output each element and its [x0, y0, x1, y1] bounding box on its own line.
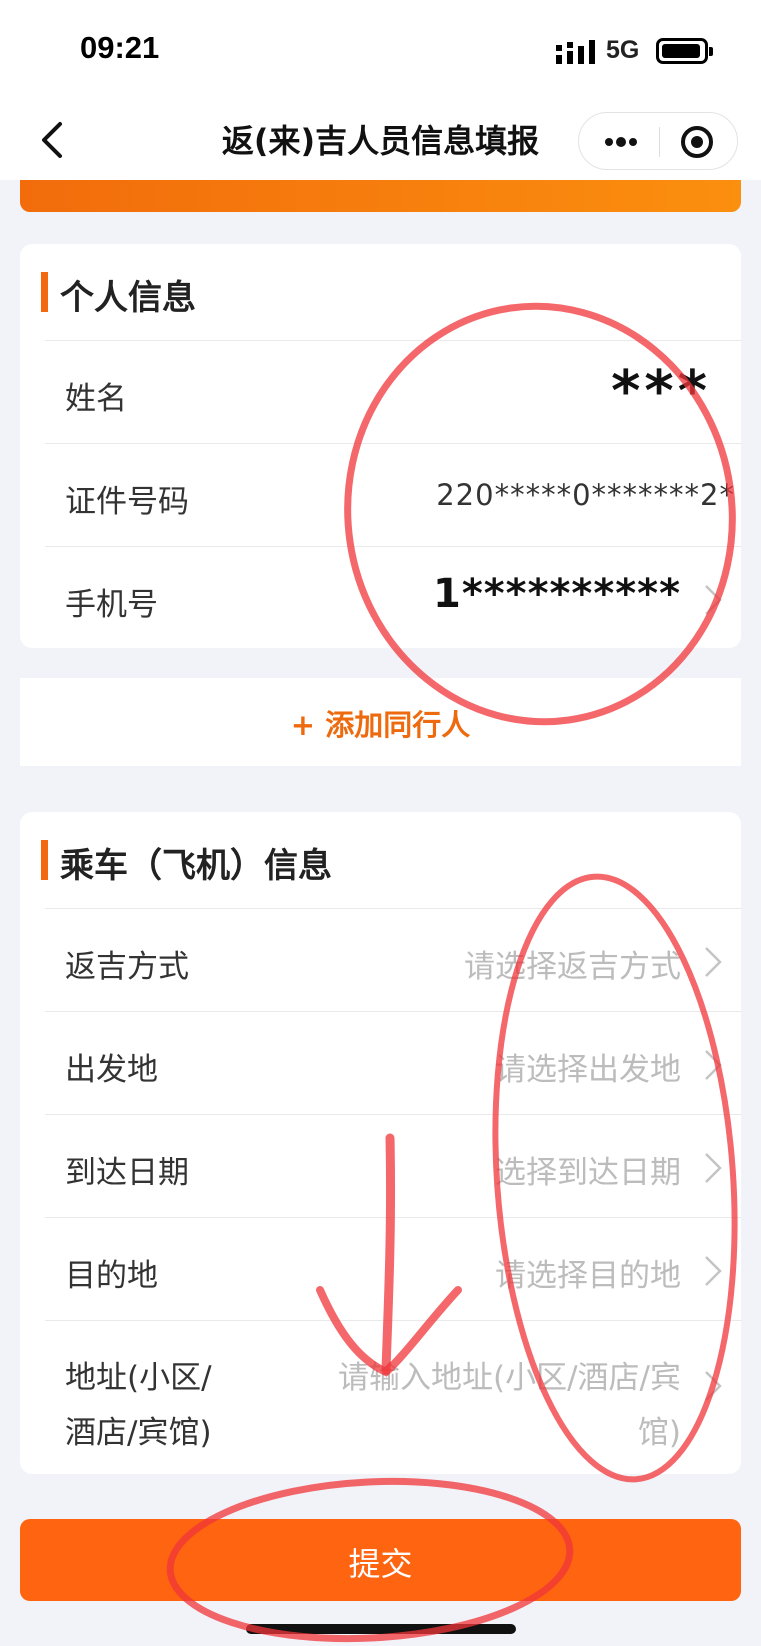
arrival-date-label: 到达日期: [65, 1155, 189, 1191]
chevron-right-icon: [705, 585, 722, 615]
network-type: 5G: [606, 36, 640, 64]
id-number-label: 证件号码: [65, 484, 189, 520]
top-banner: [20, 180, 741, 212]
return-method-label: 返吉方式: [65, 949, 189, 985]
status-bar: 09:21 5G: [0, 0, 761, 100]
section-title-personal: 个人信息: [60, 278, 196, 318]
destination-placeholder: 请选择目的地: [495, 1258, 681, 1294]
id-number-value: 220*****0*******2*: [436, 478, 735, 512]
name-value: ***: [611, 359, 711, 424]
trip-info-card: 乘车（飞机）信息 返吉方式 请选择返吉方式 出发地 请选择出发地 到达日期 选择…: [20, 812, 741, 1474]
phone-row[interactable]: 手机号 1**********: [45, 546, 741, 649]
capsule-divider: [659, 127, 660, 157]
more-icon[interactable]: [601, 127, 641, 157]
name-row: 姓名 ***: [45, 340, 741, 443]
mini-program-capsule: [578, 112, 738, 170]
section-accent-bar: [41, 272, 48, 312]
address-input[interactable]: 请输入地址(小区/酒店/宾 馆): [281, 1351, 681, 1461]
address-label: 地址(小区/ 酒店/宾馆): [65, 1351, 212, 1461]
section-header: 个人信息: [20, 244, 741, 340]
section-accent-bar: [41, 840, 48, 880]
add-companion-button[interactable]: + 添加同行人: [20, 678, 741, 766]
address-placeholder-line2: 馆): [637, 1415, 681, 1451]
destination-row[interactable]: 目的地 请选择目的地: [45, 1217, 741, 1320]
chevron-right-icon: [705, 947, 722, 977]
section-header: 乘车（飞机）信息: [20, 812, 741, 908]
chevron-right-icon: [705, 1050, 722, 1080]
add-companion-label: + 添加同行人: [290, 708, 471, 742]
address-row[interactable]: 地址(小区/ 酒店/宾馆) 请输入地址(小区/酒店/宾 馆): [45, 1320, 741, 1475]
status-time: 09:21: [80, 30, 160, 65]
destination-label: 目的地: [65, 1258, 158, 1294]
departure-row[interactable]: 出发地 请选择出发地: [45, 1011, 741, 1114]
id-number-row: 证件号码 220*****0*******2*: [45, 443, 741, 546]
address-label-line2: 酒店/宾馆): [65, 1415, 212, 1451]
section-title-trip: 乘车（飞机）信息: [60, 846, 332, 886]
personal-info-card: 个人信息 姓名 *** 证件号码 220*****0*******2* 手机号 …: [20, 244, 741, 648]
departure-placeholder: 请选择出发地: [495, 1052, 681, 1088]
address-placeholder-line1: 请输入地址(小区/酒店/宾: [338, 1360, 681, 1396]
return-method-row[interactable]: 返吉方式 请选择返吉方式: [45, 908, 741, 1011]
return-method-placeholder: 请选择返吉方式: [464, 949, 681, 985]
arrival-date-placeholder: 选择到达日期: [495, 1155, 681, 1191]
chevron-right-icon: [705, 1256, 722, 1286]
arrival-date-row[interactable]: 到达日期 选择到达日期: [45, 1114, 741, 1217]
signal-icon: [556, 40, 595, 64]
departure-label: 出发地: [65, 1052, 158, 1088]
battery-icon: [656, 38, 713, 64]
close-target-icon[interactable]: [679, 124, 715, 160]
chevron-right-icon: [705, 1371, 722, 1401]
home-indicator: [246, 1624, 516, 1634]
address-label-line1: 地址(小区/: [65, 1360, 212, 1396]
submit-button[interactable]: 提交: [20, 1519, 741, 1601]
chevron-right-icon: [705, 1153, 722, 1183]
name-label: 姓名: [65, 381, 127, 417]
nav-bar: 返(来)吉人员信息填报: [0, 100, 761, 180]
submit-label: 提交: [348, 1546, 413, 1582]
phone-value: 1**********: [432, 571, 681, 617]
phone-label: 手机号: [65, 587, 158, 623]
